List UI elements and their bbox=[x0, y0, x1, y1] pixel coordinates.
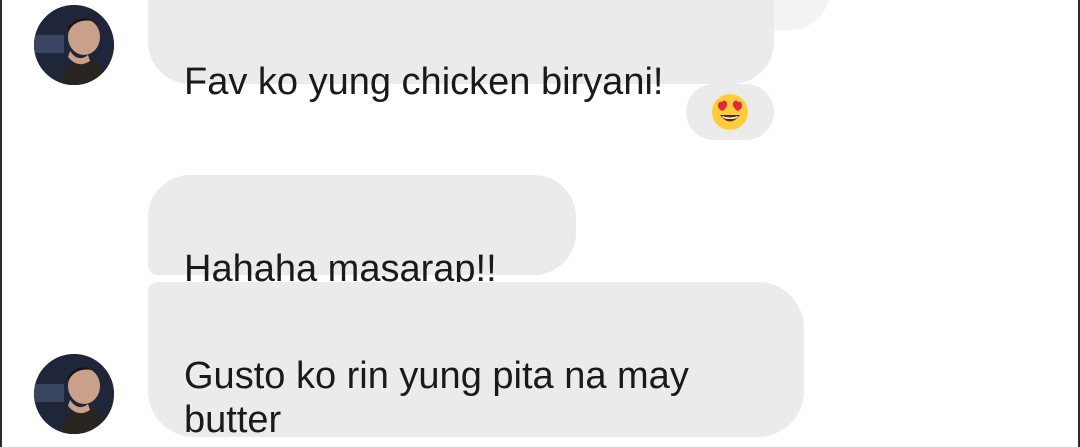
sender-avatar[interactable] bbox=[34, 354, 114, 434]
sender-avatar[interactable] bbox=[34, 5, 114, 85]
avatar-photo-icon bbox=[34, 354, 114, 434]
message-bubble[interactable]: Fav ko yung chicken biryani! bbox=[148, 0, 774, 103]
message-text: Fav ko yung chicken biryani! bbox=[184, 61, 664, 103]
left-border bbox=[0, 0, 2, 447]
reaction-badge[interactable] bbox=[686, 84, 774, 140]
message-bubble[interactable]: Gusto ko rin yung pita na may butter bbox=[148, 282, 804, 441]
heart-eyes-emoji-icon bbox=[712, 94, 748, 130]
message-text: Gusto ko rin yung pita na may butter bbox=[184, 355, 689, 441]
partial-outgoing-bubble bbox=[770, 0, 830, 30]
message-bubble[interactable]: Hahaha masarap!! bbox=[148, 175, 576, 290]
avatar-photo-icon bbox=[34, 5, 114, 85]
